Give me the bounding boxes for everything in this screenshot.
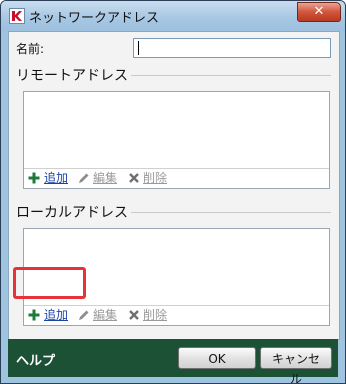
local-group-title: ローカルアドレス (16, 202, 131, 222)
text-caret (138, 41, 139, 55)
remote-delete-button[interactable]: 削除 (128, 171, 172, 186)
remote-delete-label: 削除 (143, 171, 168, 185)
close-icon: ✕ (313, 4, 325, 19)
remote-list-toolbar: 追加 編集 削除 (24, 168, 329, 188)
x-icon (129, 310, 139, 320)
remote-address-list[interactable]: 追加 編集 削除 (23, 91, 330, 189)
name-input[interactable] (133, 38, 331, 58)
title-bar[interactable]: ネットワークアドレス ✕ (1, 1, 345, 31)
remote-add-button[interactable]: 追加 (28, 171, 70, 186)
close-button[interactable]: ✕ (297, 2, 341, 22)
add-button-highlight (13, 267, 86, 299)
pencil-icon (79, 310, 89, 320)
local-edit-button[interactable]: 編集 (78, 308, 122, 323)
local-add-button[interactable]: 追加 (28, 308, 70, 323)
ok-button[interactable]: OK (178, 347, 256, 369)
pencil-icon (79, 173, 89, 183)
local-delete-button[interactable]: 削除 (128, 308, 172, 323)
remote-group-title: リモートアドレス (16, 65, 131, 85)
remote-edit-button[interactable]: 編集 (78, 171, 122, 186)
cancel-button[interactable]: キャンセル (260, 347, 332, 383)
dialog-footer: ヘルプ OK キャンセル (8, 339, 338, 383)
name-label: 名前: (16, 42, 45, 56)
remote-edit-label: 編集 (93, 171, 118, 185)
remote-add-label: 追加 (44, 171, 69, 185)
plus-icon (28, 172, 40, 184)
plus-icon (28, 309, 40, 321)
window-title: ネットワークアドレス (29, 11, 160, 26)
local-edit-label: 編集 (93, 308, 118, 322)
x-icon (129, 173, 139, 183)
local-delete-label: 削除 (143, 308, 168, 322)
local-list-toolbar: 追加 編集 削除 (24, 305, 329, 325)
help-link[interactable]: ヘルプ (16, 350, 55, 369)
network-address-dialog: ネットワークアドレス ✕ 名前: リモートアドレス 追加 編集 削除 ローカルア… (0, 0, 346, 384)
kaspersky-k-icon (9, 8, 25, 24)
local-add-label: 追加 (44, 308, 69, 322)
